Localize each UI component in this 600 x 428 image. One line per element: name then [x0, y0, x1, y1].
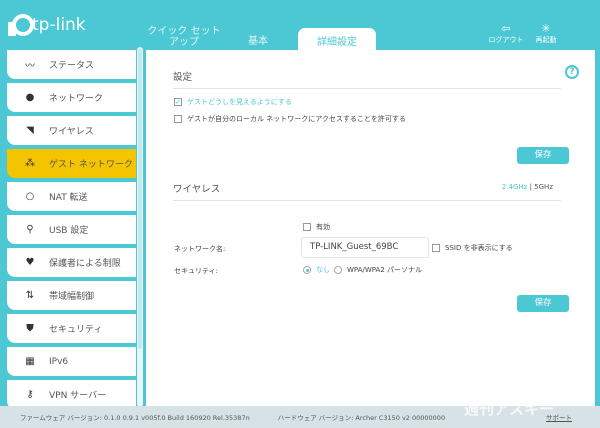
brand-name: tp-link — [32, 15, 86, 35]
settings-section-title: 設定 — [173, 69, 561, 89]
globe-icon: ● — [25, 92, 35, 103]
sidebar: 〰 ステータス ● ネットワーク ◥ ワイヤレス ⁂ ゲスト ネットワーク ○ NAT 転… — [7, 50, 136, 413]
sidebar-item-usb[interactable]: ⚲ USB 設定 — [7, 215, 136, 244]
logout-button[interactable]: ⇦ ログアウト — [488, 22, 524, 45]
wireless-section-header: ワイヤレス 2.4GHz | 5GHz — [173, 181, 561, 201]
sidebar-item-label: ワイヤレス — [49, 127, 94, 137]
reboot-icon: ✳ — [541, 22, 551, 35]
guest-local-access-option[interactable]: ゲストが自分のローカル ネットワークにアクセスすることを許可する — [174, 114, 406, 124]
tab-quick-setup[interactable]: クイック セットアップ — [146, 26, 222, 48]
sidebar-item-ipv6[interactable]: ▦ IPv6 — [7, 347, 136, 376]
guest-see-each-other-option[interactable]: ✓ ゲストどうしを見えるようにする — [174, 97, 292, 107]
wireless-save-button[interactable]: 保存 — [517, 295, 569, 312]
ipv6-icon: ▦ — [25, 356, 35, 367]
settings-save-button[interactable]: 保存 — [517, 147, 569, 164]
sidebar-item-label: ゲスト ネットワーク — [49, 160, 133, 170]
guests-icon: ⁂ — [25, 158, 35, 169]
sidebar-item-label: ステータス — [49, 61, 95, 71]
security-label: セキュリティ: — [174, 267, 218, 275]
sidebar-item-label: 帯域幅制御 — [49, 292, 95, 302]
hide-ssid-label: SSID を非表示にする — [445, 244, 513, 252]
firmware-version: ファームウェア バージョン: 0.1.0 0.9.1 v005f.0 Build… — [20, 414, 250, 422]
enable-label: 有効 — [316, 223, 330, 231]
main-panel: 設定 ? ✓ ゲストどうしを見えるようにする ゲストが自分のローカル ネットワーク… — [146, 50, 595, 406]
enable-checkbox[interactable] — [303, 223, 311, 231]
nat-icon: ○ — [25, 191, 35, 202]
sidebar-item-label: 保護者による制限 — [49, 259, 121, 269]
vpn-icon: ⚷ — [26, 389, 34, 400]
security-none-option[interactable]: なし — [303, 265, 330, 275]
hide-ssid-option[interactable]: SSID を非表示にする — [432, 243, 513, 253]
tab-basic[interactable]: 基本 — [248, 32, 268, 47]
sidebar-item-vpn[interactable]: ⚷ VPN サーバー — [7, 380, 136, 409]
option-label: ゲストが自分のローカル ネットワークにアクセスすることを許可する — [187, 115, 406, 123]
watermark: 週刊アスキー — [463, 400, 554, 418]
usb-icon: ⚲ — [26, 224, 34, 235]
tab-advanced[interactable]: 詳細設定 — [298, 28, 376, 50]
security-wpa-label: WPA/WPA2 パーソナル — [347, 266, 423, 274]
tp-link-logo: tp-link — [8, 14, 86, 36]
sidebar-item-label: USB 設定 — [49, 226, 89, 236]
sidebar-item-status[interactable]: 〰 ステータス — [7, 50, 136, 79]
sidebar-scrollbar[interactable] — [137, 47, 143, 407]
sidebar-item-label: VPN サーバー — [49, 391, 107, 401]
radio-selected[interactable] — [303, 266, 311, 274]
logo-mark-icon — [8, 14, 34, 36]
sidebar-item-network[interactable]: ● ネットワーク — [7, 83, 136, 112]
reboot-button[interactable]: ✳ 再起動 — [528, 22, 564, 45]
parental-icon: ♥ — [25, 257, 35, 268]
checkbox-unchecked[interactable] — [174, 115, 182, 123]
sidebar-item-parental[interactable]: ♥ 保護者による制限 — [7, 248, 136, 277]
sidebar-item-bandwidth[interactable]: ⇅ 帯域幅制御 — [7, 281, 136, 310]
security-none-label: なし — [316, 266, 330, 274]
logout-icon: ⇦ — [501, 22, 511, 35]
bandwidth-icon: ⇅ — [25, 290, 35, 301]
sidebar-item-label: IPv6 — [49, 356, 69, 367]
pulse-icon: 〰 — [25, 61, 35, 72]
enable-option[interactable]: 有効 — [303, 222, 330, 232]
option-label: ゲストどうしを見えるようにする — [187, 98, 292, 106]
scrollbar-thumb[interactable] — [138, 49, 142, 349]
network-name-input[interactable]: TP-LINK_Guest_69BC — [301, 237, 429, 258]
radio-unselected[interactable] — [334, 266, 342, 274]
shield-icon: ⛊ — [26, 323, 34, 334]
network-name-label: ネットワーク名: — [174, 245, 226, 253]
help-icon[interactable]: ? — [565, 65, 579, 79]
reboot-label: 再起動 — [535, 36, 557, 44]
hide-ssid-checkbox[interactable] — [432, 244, 440, 252]
logout-label: ログアウト — [488, 36, 524, 44]
sidebar-item-label: NAT 転送 — [49, 193, 88, 203]
band-24ghz-tab[interactable]: 2.4GHz — [502, 183, 528, 191]
sidebar-item-label: ネットワーク — [49, 94, 104, 104]
band-separator: | — [529, 183, 532, 191]
sidebar-item-label: セキュリティ — [49, 325, 103, 335]
sidebar-item-security[interactable]: ⛊ セキュリティ — [7, 314, 136, 343]
hardware-version: ハードウェア バージョン: Archer C3150 v2 00000000 — [277, 414, 446, 422]
sidebar-item-guest-network[interactable]: ⁂ ゲスト ネットワーク — [7, 149, 136, 178]
wireless-section-title: ワイヤレス — [173, 184, 221, 195]
security-wpa-option[interactable]: WPA/WPA2 パーソナル — [334, 265, 422, 275]
sidebar-item-nat[interactable]: ○ NAT 転送 — [7, 182, 136, 211]
wifi-icon: ◥ — [26, 125, 34, 136]
band-5ghz-tab[interactable]: 5GHz — [534, 183, 553, 191]
checkbox-checked[interactable]: ✓ — [174, 98, 182, 106]
sidebar-item-wireless[interactable]: ◥ ワイヤレス — [7, 116, 136, 145]
